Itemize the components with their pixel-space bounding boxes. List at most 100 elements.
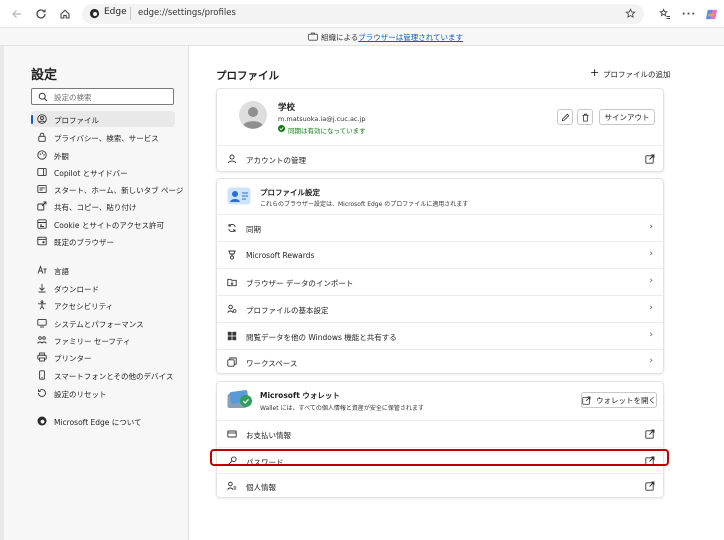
sidebar-item-about[interactable]: Microsoft Edge について <box>31 413 175 429</box>
phone-icon <box>37 370 47 380</box>
profile-settings-icon <box>227 187 251 205</box>
cookie-icon <box>37 219 47 229</box>
manage-account-label: アカウントの管理 <box>246 156 306 165</box>
windows-icon <box>227 331 237 341</box>
more-options-icon[interactable]: ··· <box>680 5 698 23</box>
sidebar-item-label: 設定のリセット <box>54 390 107 399</box>
windows-share-label: 閲覧データを他の Windows 機能と共有する <box>246 333 397 342</box>
sidebar-item-label: プライバシー、検索、サービス <box>54 134 159 143</box>
person-icon <box>227 154 237 164</box>
appearance-icon <box>37 150 47 160</box>
lock-icon <box>37 132 47 142</box>
sidebar-item-appearance[interactable]: 外観 <box>31 147 175 163</box>
password-highlight <box>210 449 669 466</box>
chevron-right-icon: › <box>649 356 653 366</box>
trash-icon <box>581 113 590 122</box>
favorite-star-icon[interactable] <box>625 8 636 19</box>
sidebar-item-label: 外観 <box>54 152 69 161</box>
sidebar-item-profile[interactable]: プロファイル <box>31 111 175 127</box>
address-divider <box>130 7 131 20</box>
refresh-icon[interactable] <box>32 5 50 23</box>
person-icon <box>37 114 47 124</box>
language-icon <box>37 265 47 275</box>
signout-button[interactable]: サインアウト <box>599 109 655 125</box>
sidebar-item-cookies[interactable]: Cookie とサイトのアクセス許可 <box>31 216 175 232</box>
copilot-icon[interactable] <box>702 5 720 23</box>
profile-card: 学校 m.matsuoka.ia@j.cuc.ac.jp 同期は有効になっていま… <box>216 88 664 172</box>
system-icon <box>37 318 47 328</box>
sidebar-item-label: 言語 <box>54 267 69 276</box>
sidebar-item-language[interactable]: 言語 <box>31 262 175 278</box>
settings-search[interactable] <box>31 88 174 105</box>
reset-icon <box>37 388 47 398</box>
add-profile-label: プロファイルの追加 <box>603 70 671 79</box>
import-row[interactable]: ブラウザー データのインポート › <box>217 269 663 295</box>
payment-info-row[interactable]: お支払い情報 <box>217 421 663 447</box>
chevron-right-icon: › <box>649 249 653 259</box>
sidebar-item-label: ダウンロード <box>54 285 99 294</box>
payment-info-label: お支払い情報 <box>246 431 291 440</box>
favorites-icon[interactable] <box>656 5 674 23</box>
personal-info-row[interactable]: 個人情報 <box>217 474 663 498</box>
windows-share-row[interactable]: 閲覧データを他の Windows 機能と共有する › <box>217 323 663 349</box>
sidebar-item-downloads[interactable]: ダウンロード <box>31 280 175 296</box>
managed-link[interactable]: ブラウザーは管理されています <box>358 33 463 42</box>
chevron-right-icon: › <box>649 330 653 340</box>
home-icon[interactable] <box>56 5 74 23</box>
search-input[interactable] <box>54 91 169 103</box>
sidebar-item-phone[interactable]: スマートフォンとその他のデバイス <box>31 367 175 383</box>
printer-icon <box>37 352 47 362</box>
sidebar-item-system[interactable]: システムとパフォーマンス <box>31 315 175 331</box>
external-link-icon <box>645 154 655 164</box>
profile-prefs-row[interactable]: プロファイルの基本設定 › <box>217 296 663 322</box>
rewards-label: Microsoft Rewards <box>246 251 315 260</box>
chevron-right-icon: › <box>649 276 653 286</box>
sidebar-item-family[interactable]: ファミリー セーフティ <box>31 332 175 348</box>
manage-account-row[interactable]: アカウントの管理 <box>217 145 663 172</box>
profile-settings-subtitle: これらのブラウザー設定は、Microsoft Edge のプロファイルに適用され… <box>260 201 469 208</box>
banner-text: 組織によるブラウザーは管理されています <box>321 32 463 43</box>
sidebar-item-accessibility[interactable]: アクセシビリティ <box>31 297 175 313</box>
delete-profile-button[interactable] <box>577 109 593 125</box>
sidebar-item-copilot[interactable]: Copilot とサイドバー <box>31 164 175 180</box>
sidebar-item-label: ファミリー セーフティ <box>54 337 131 346</box>
sidebar-item-reset[interactable]: 設定のリセット <box>31 385 175 401</box>
accessibility-icon <box>37 300 47 310</box>
sidebar-item-label: プロファイル <box>54 116 99 125</box>
open-wallet-button[interactable]: ウォレットを開く <box>581 392 657 408</box>
sidebar-item-start-home[interactable]: スタート、ホーム、新しいタブ ページ <box>31 181 183 197</box>
settings-title: 設定 <box>31 68 58 83</box>
sync-row[interactable]: 同期 › <box>217 215 663 241</box>
share-icon <box>37 201 47 211</box>
sidebar-icon <box>37 167 47 177</box>
sidebar-item-default-browser[interactable]: 既定のブラウザー <box>31 233 175 249</box>
edit-profile-button[interactable] <box>557 109 573 125</box>
sidebar-item-label: Cookie とサイトのアクセス許可 <box>54 221 164 230</box>
chevron-right-icon: › <box>649 222 653 232</box>
sidebar-item-label: Microsoft Edge について <box>54 418 142 427</box>
sidebar-item-label: スタート、ホーム、新しいタブ ページ <box>54 186 184 195</box>
external-link-icon <box>582 395 591 405</box>
workspace-icon <box>227 357 237 367</box>
external-link-icon <box>645 481 655 491</box>
sidebar-item-printers[interactable]: プリンター <box>31 349 175 365</box>
address-bar[interactable]: Edge edge://settings/profiles <box>82 4 644 24</box>
sidebar-item-share[interactable]: 共有、コピー、貼り付け <box>31 198 175 214</box>
sidebar-item-label: システムとパフォーマンス <box>54 320 144 329</box>
profile-prefs-label: プロファイルの基本設定 <box>246 306 329 315</box>
rewards-row[interactable]: Microsoft Rewards › <box>217 242 663 268</box>
sidebar-item-privacy[interactable]: プライバシー、検索、サービス <box>31 129 175 145</box>
workspace-row[interactable]: ワークスペース › <box>217 350 663 374</box>
back-icon[interactable] <box>8 5 26 23</box>
browser-icon <box>37 236 47 246</box>
home-tab-icon <box>37 184 47 194</box>
briefcase-icon <box>308 32 318 41</box>
edge-logo-icon <box>37 416 47 426</box>
card-icon <box>227 429 237 439</box>
family-icon <box>37 335 47 345</box>
chevron-right-icon: › <box>649 303 653 313</box>
sidebar-item-label: Copilot とサイドバー <box>54 169 128 178</box>
workspace-label: ワークスペース <box>246 359 298 368</box>
avatar <box>239 101 267 129</box>
sidebar-item-label: 既定のブラウザー <box>54 238 114 247</box>
